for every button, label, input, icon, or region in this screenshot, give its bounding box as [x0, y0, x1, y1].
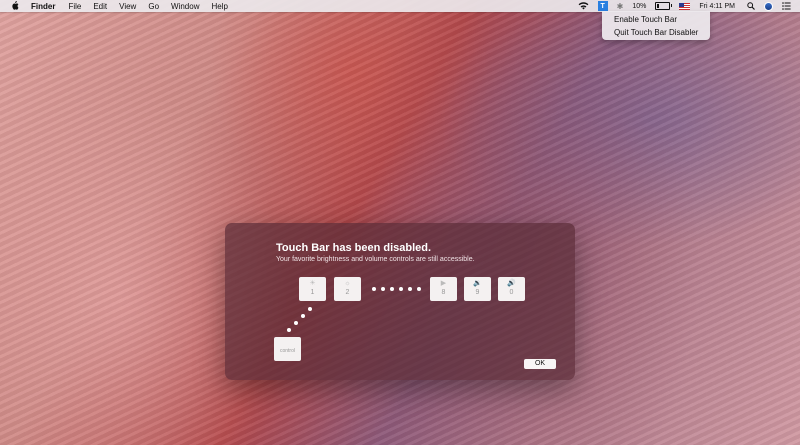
diagonal-dot [308, 307, 312, 311]
spotlight-icon[interactable] [747, 0, 755, 12]
key-2-label: 2 [345, 289, 350, 296]
key-0: 🔊 0 [498, 277, 525, 301]
brightness-down-icon: ☀ [309, 280, 316, 287]
apple-menu-icon[interactable] [10, 0, 20, 12]
ok-button[interactable]: OK [524, 359, 556, 369]
notification-center-icon[interactable] [782, 0, 791, 12]
touchbar-disabler-menu: Enable Touch Bar Quit Touch Bar Disabler [602, 11, 710, 40]
control-key-label: control [279, 348, 295, 354]
quit-touch-bar-disabler-item[interactable]: Quit Touch Bar Disabler [602, 26, 710, 39]
dialog-title: Touch Bar has been disabled. [276, 242, 432, 254]
key-2: ☼ 2 [334, 277, 361, 301]
key-9: 🔉 9 [464, 277, 491, 301]
diagonal-dot [287, 328, 291, 332]
menu-go[interactable]: Go [148, 2, 159, 11]
key-8: ▶ 8 [430, 277, 457, 301]
touchbar-disabled-dialog: Touch Bar has been disabled. Your favori… [225, 223, 575, 380]
menu-help[interactable]: Help [211, 2, 227, 11]
volume-down-icon: 🔉 [473, 280, 482, 287]
diagonal-dot [301, 314, 305, 318]
ellipsis-dot [408, 287, 412, 291]
ellipsis-dot [399, 287, 403, 291]
key-1: ☀ 1 [299, 277, 326, 301]
key-9-label: 9 [475, 289, 480, 296]
menu-view[interactable]: View [119, 2, 136, 11]
play-pause-icon: ▶ [440, 280, 447, 287]
key-1-label: 1 [310, 289, 315, 296]
menu-finder[interactable]: Finder [31, 2, 55, 11]
touchbar-disabler-letter: T [597, 1, 608, 11]
menu-edit[interactable]: Edit [93, 2, 107, 11]
ellipsis-dot [417, 287, 421, 291]
diagonal-dot [294, 321, 298, 325]
dialog-subtitle: Your favorite brightness and volume cont… [276, 256, 475, 263]
menu-window[interactable]: Window [171, 2, 199, 11]
ellipsis-dot [372, 287, 376, 291]
volume-up-icon: 🔊 [507, 280, 516, 287]
brightness-up-icon: ☼ [344, 280, 351, 287]
key-8-label: 8 [441, 289, 446, 296]
ellipsis-dot [390, 287, 394, 291]
menu-file[interactable]: File [68, 2, 81, 11]
enable-touch-bar-item[interactable]: Enable Touch Bar [602, 13, 710, 26]
key-0-label: 0 [509, 289, 514, 296]
user-icon[interactable] [764, 0, 773, 12]
wifi-icon[interactable] [578, 0, 589, 12]
ellipsis-dot [381, 287, 385, 291]
control-key: control [274, 337, 301, 361]
